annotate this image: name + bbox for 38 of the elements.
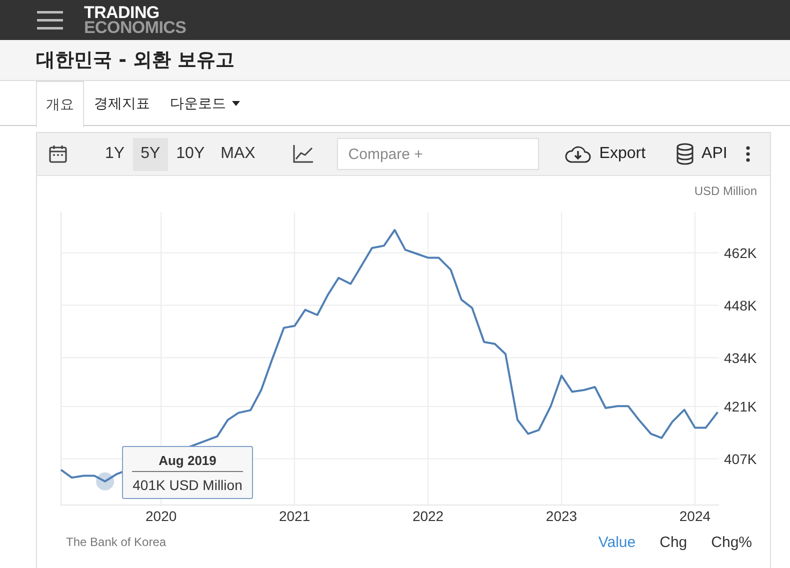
- hover-marker: [96, 472, 114, 490]
- axis-label: 2021: [279, 508, 310, 524]
- range-button[interactable]: MAX: [212, 138, 264, 170]
- unit-label: USD Million: [694, 184, 757, 198]
- tooltip-title: Aug 2019: [132, 453, 243, 472]
- tab[interactable]: 다운로드: [160, 81, 250, 125]
- axis-label: 2020: [146, 508, 177, 524]
- compare-field[interactable]: Compare +: [337, 138, 540, 170]
- more-icon[interactable]: [746, 146, 750, 162]
- view-link[interactable]: Chg: [660, 534, 688, 550]
- axis-label: 434K: [724, 350, 757, 366]
- caret-icon: [232, 101, 240, 106]
- source-text: The Bank of Korea: [66, 535, 168, 549]
- axis-label: 462K: [724, 244, 757, 261]
- tab[interactable]: 개요: [36, 81, 84, 127]
- axis-label: 2023: [546, 508, 578, 524]
- view-link[interactable]: Value: [598, 534, 636, 550]
- axis-label: 448K: [724, 297, 757, 314]
- logo-text[interactable]: ECONOMICS: [84, 20, 186, 35]
- database-icon: [676, 143, 694, 165]
- range-button[interactable]: 10Y: [168, 138, 213, 170]
- page-title: 대한민국 - 외환 보유고: [36, 48, 235, 73]
- cloud-download-icon: [565, 145, 592, 163]
- api-button[interactable]: API: [670, 139, 734, 169]
- menu-icon[interactable]: [37, 10, 63, 30]
- view-link[interactable]: Chg%: [711, 534, 752, 550]
- axis-label: 2024: [679, 508, 711, 524]
- axis-label: 2022: [412, 508, 444, 524]
- export-button[interactable]: Export: [559, 141, 652, 167]
- line-chart-icon[interactable]: [293, 145, 314, 163]
- range-button[interactable]: 5Y: [132, 138, 168, 170]
- tooltip-text: 401K USD Million: [132, 476, 243, 493]
- axis-label: 407K: [724, 450, 757, 467]
- range-button[interactable]: 1Y: [97, 138, 133, 170]
- axis-label: 421K: [724, 398, 757, 414]
- calendar-icon[interactable]: [49, 145, 67, 163]
- logo-text[interactable]: TRADING: [84, 5, 186, 20]
- tab[interactable]: 경제지표: [84, 81, 160, 125]
